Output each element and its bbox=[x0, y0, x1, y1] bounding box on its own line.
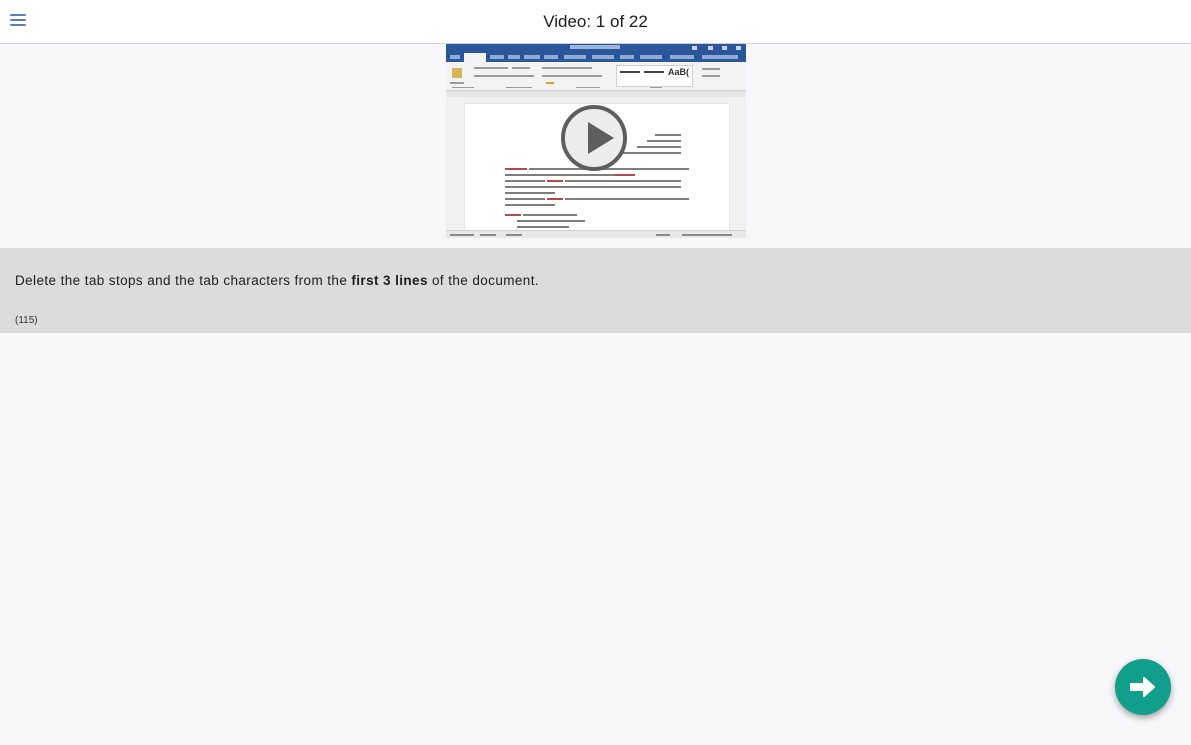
play-icon[interactable] bbox=[561, 105, 627, 171]
task-panel: Delete the tab stops and the tab charact… bbox=[0, 248, 1191, 333]
video-thumbnail-ruler bbox=[446, 91, 746, 97]
task-code: (115) bbox=[15, 315, 38, 326]
instruction-text-start: Delete the tab stops and the tab charact… bbox=[15, 273, 352, 288]
video-thumbnail-ribbon: AaB( bbox=[446, 62, 746, 91]
video-thumbnail-titlebar bbox=[446, 44, 746, 53]
top-bar: Video: 1 of 22 bbox=[0, 0, 1191, 44]
instruction-text-end: of the document. bbox=[427, 273, 539, 288]
next-button[interactable] bbox=[1115, 659, 1171, 715]
video-thumbnail-ribbon-tabs bbox=[446, 53, 746, 62]
task-instruction: Delete the tab stops and the tab charact… bbox=[15, 273, 539, 288]
video-thumbnail-statusbar bbox=[446, 230, 746, 238]
video-strip: AaB( bbox=[0, 44, 1191, 248]
page-title: Video: 1 of 22 bbox=[543, 12, 648, 31]
video-player[interactable]: AaB( bbox=[446, 44, 746, 238]
instruction-text-bold: first 3 lines bbox=[351, 273, 428, 288]
arrow-right-icon bbox=[1130, 677, 1155, 697]
